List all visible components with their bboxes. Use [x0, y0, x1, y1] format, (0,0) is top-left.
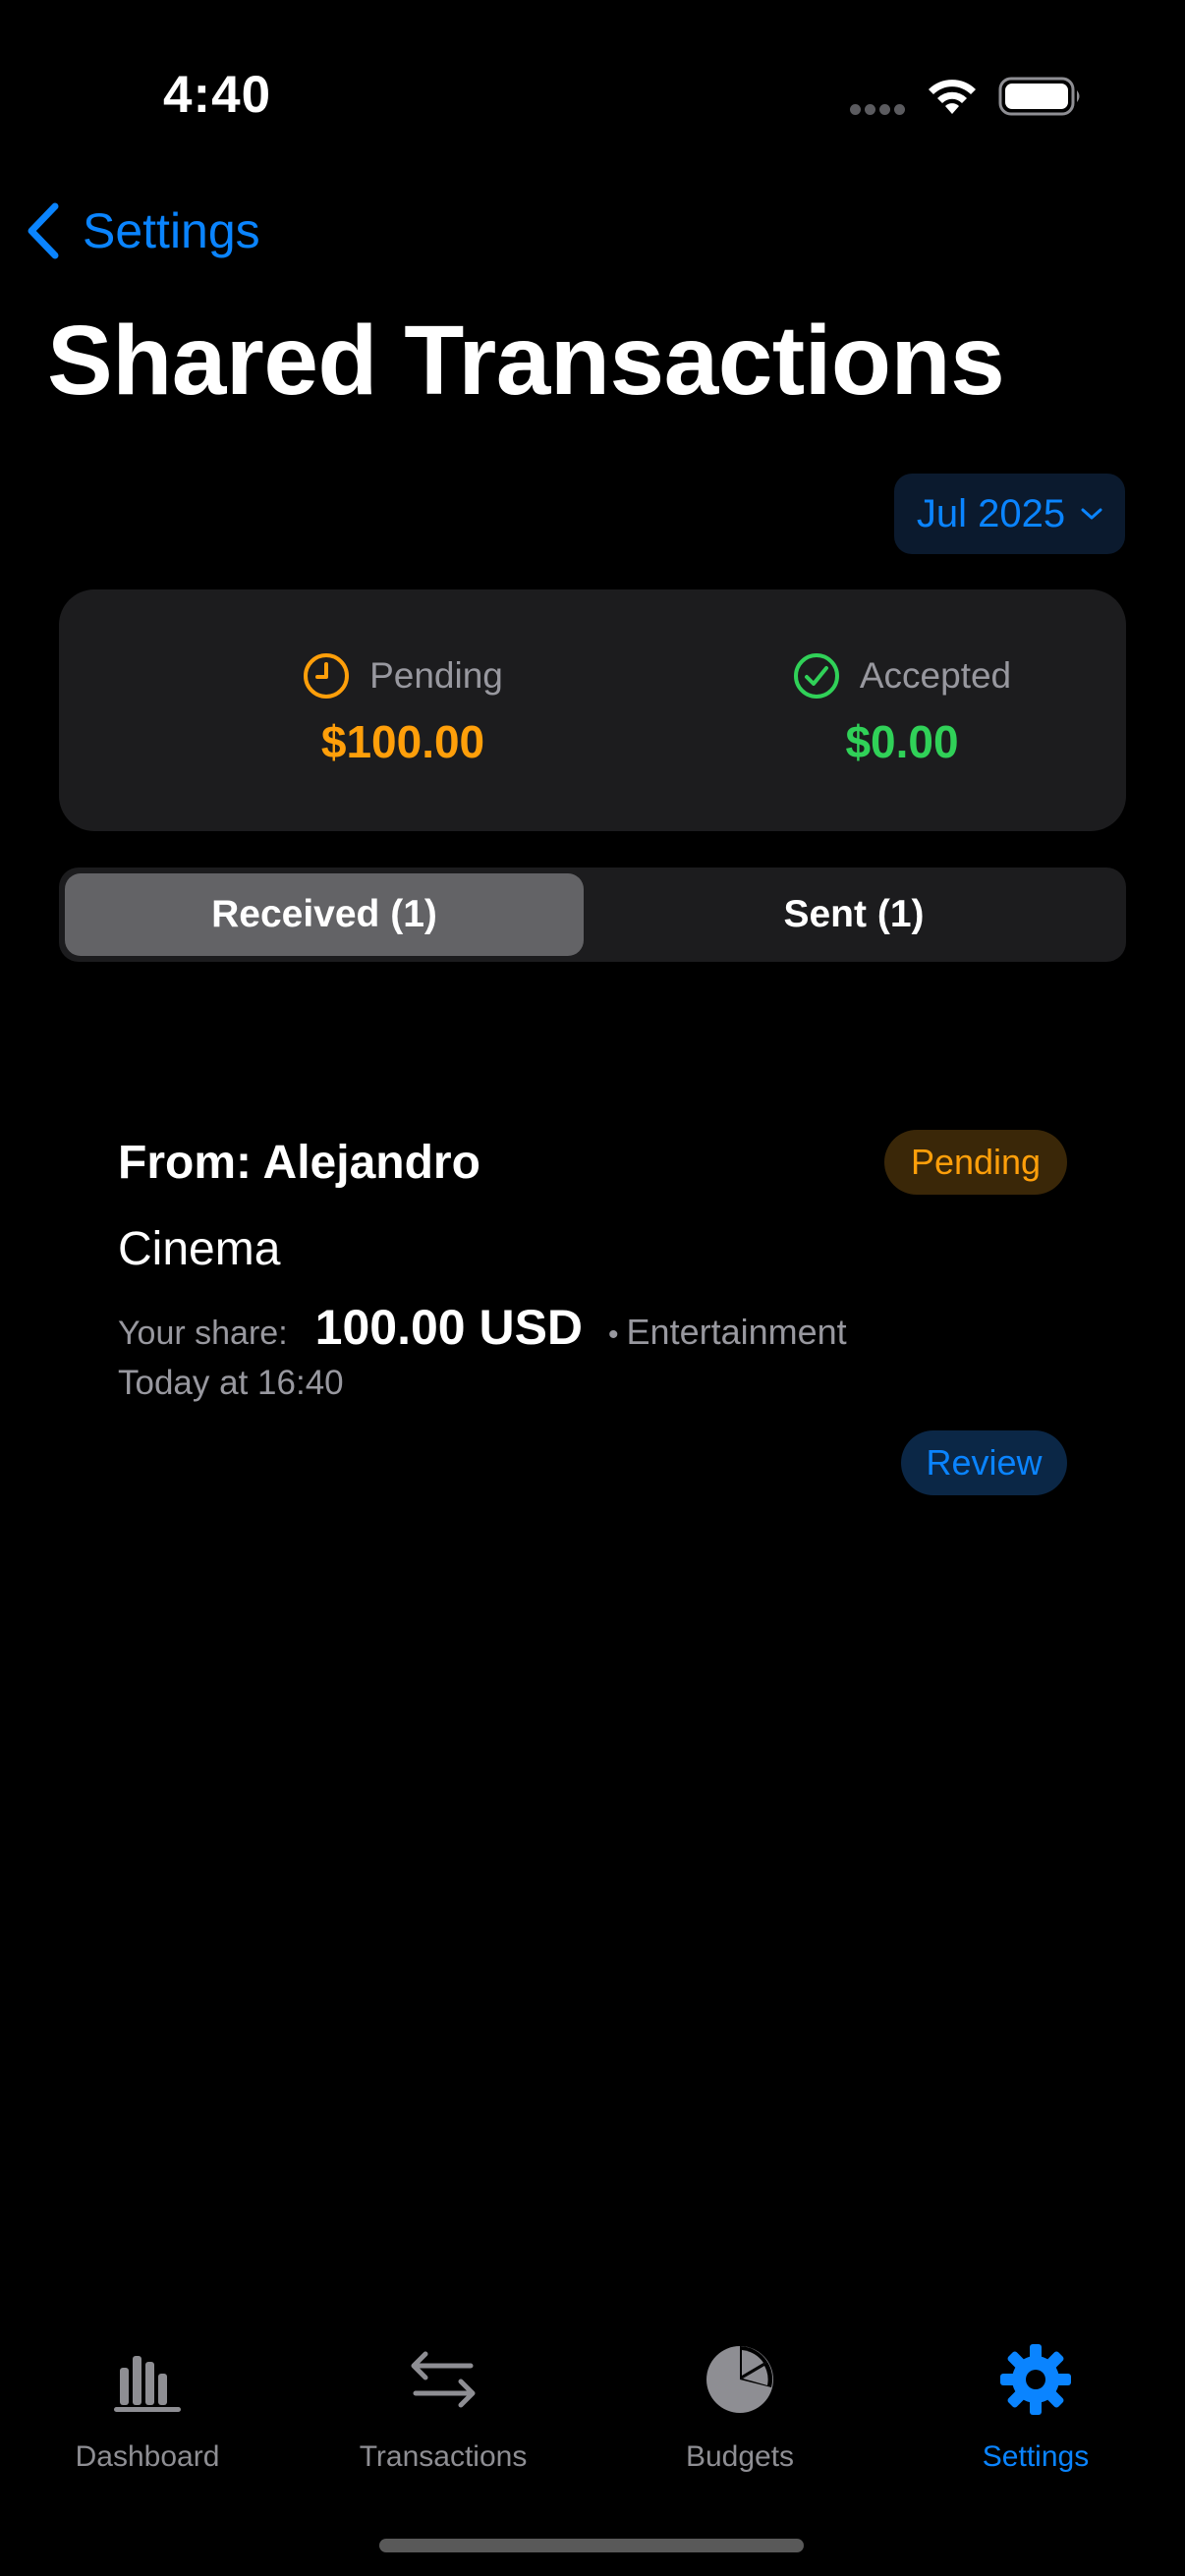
month-picker[interactable]: Jul 2025 [894, 474, 1125, 554]
gear-icon [1000, 2344, 1071, 2415]
review-button[interactable]: Review [901, 1430, 1067, 1495]
share-label: Your share: [118, 1315, 288, 1352]
back-button[interactable]: Settings [24, 196, 260, 265]
clock-icon [304, 653, 350, 699]
transaction-sender: From: Alejandro [118, 1137, 480, 1189]
accepted-summary: Accepted $0.00 [696, 650, 1108, 768]
tab-label: Budgets [685, 2440, 795, 2473]
accepted-label: Accepted [859, 655, 1012, 696]
checkmark-circle-icon [793, 653, 839, 699]
page-title: Shared Transactions [47, 306, 1005, 416]
chevron-down-icon [1081, 508, 1102, 520]
accepted-amount: $0.00 [845, 716, 959, 767]
chevron-left-icon [28, 202, 59, 259]
tab-label: Dashboard [75, 2440, 220, 2473]
transaction-date: Today at 16:40 [118, 1364, 344, 1402]
signal-dots-icon [850, 102, 909, 116]
transaction-title: Cinema [118, 1223, 281, 1275]
transaction-category: Entertainment [626, 1312, 847, 1352]
month-label: Jul 2025 [916, 491, 1066, 535]
status-bar: 4:40 [0, 0, 1185, 177]
shared-transaction-item[interactable]: From: Alejandro Pending Cinema Your shar… [118, 1120, 1067, 1503]
pending-amount: $100.00 [320, 716, 485, 767]
battery-icon [998, 77, 1080, 116]
pie-chart-icon [706, 2346, 773, 2413]
segment-received[interactable]: Received (1) [65, 873, 584, 956]
summary-card: Pending $100.00 Accepted $0.00 [59, 589, 1126, 831]
segmented-control: Received (1) Sent (1) [59, 868, 1126, 962]
pending-summary: Pending $100.00 [197, 650, 609, 768]
segment-sent[interactable]: Sent (1) [588, 873, 1120, 956]
tab-label: Transactions [359, 2440, 528, 2473]
share-row: Your share: 100.00 USD • Entertainment [118, 1299, 847, 1362]
tab-bar: Dashboard Transactions Budgets Settings [0, 2319, 1185, 2576]
status-badge: Pending [884, 1130, 1067, 1195]
wifi-icon [929, 80, 976, 114]
tab-settings[interactable]: Settings [888, 2342, 1183, 2490]
share-amount: 100.00 USD [314, 1300, 584, 1355]
pending-label: Pending [369, 655, 503, 696]
chart-bar-icon [114, 2356, 181, 2412]
tab-dashboard[interactable]: Dashboard [0, 2342, 295, 2490]
home-indicator [379, 2539, 804, 2552]
separator-dot: • [608, 1318, 619, 1351]
status-time: 4:40 [163, 66, 272, 124]
arrows-left-right-icon [411, 2351, 476, 2408]
tab-transactions[interactable]: Transactions [296, 2342, 591, 2490]
tab-label: Settings [982, 2440, 1090, 2473]
back-label: Settings [83, 203, 260, 258]
tab-budgets[interactable]: Budgets [592, 2342, 887, 2490]
